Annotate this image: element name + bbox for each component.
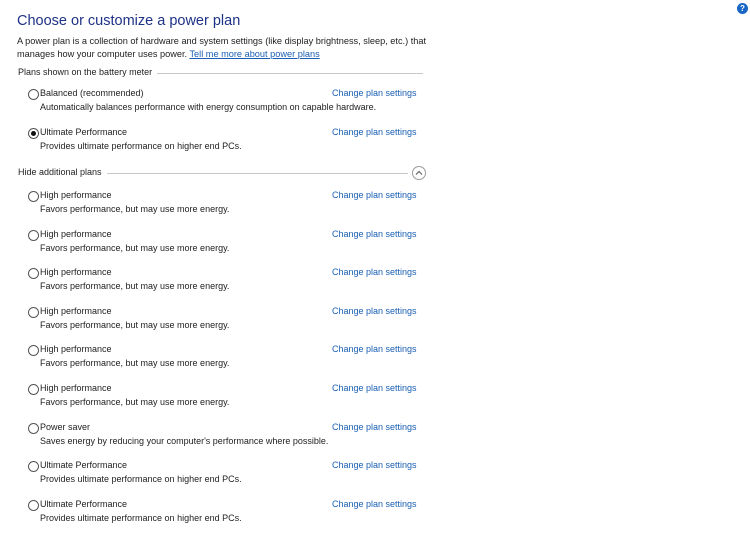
page-title: Choose or customize a power plan (17, 13, 241, 29)
plan-description: Favors performance, but may use more ene… (40, 204, 230, 214)
change-plan-settings-link[interactable]: Change plan settings (332, 267, 417, 277)
change-plan-settings-link[interactable]: Change plan settings (332, 306, 417, 316)
plan-name[interactable]: Balanced (recommended) (40, 88, 144, 98)
plan-description: Favors performance, but may use more ene… (40, 281, 230, 292)
battery-meter-section-header: Plans shown on the battery meter (18, 67, 423, 79)
plan-description: Favors performance, but may use more ene… (40, 358, 230, 369)
plan-description: Favors performance, but may use more ene… (40, 397, 230, 407)
plan-radio[interactable] (28, 127, 39, 139)
change-plan-settings-link[interactable]: Change plan settings (332, 344, 417, 354)
plan-description: Provides ultimate performance on higher … (40, 474, 242, 485)
plan-row: Balanced (recommended) Automatically bala… (28, 88, 423, 118)
plan-name[interactable]: High performance (40, 306, 112, 316)
change-plan-settings-link[interactable]: Change plan settings (332, 422, 417, 432)
change-plan-settings-link[interactable]: Change plan settings (332, 229, 417, 239)
plan-radio[interactable] (28, 461, 39, 473)
section-label: Plans shown on the battery meter (18, 67, 158, 77)
plan-name[interactable]: High performance (40, 229, 112, 239)
plan-row: High performance Favors performance, but … (28, 267, 423, 297)
plan-description: Saves energy by reducing your computer's… (40, 435, 329, 446)
plan-description: Favors performance, but may use more ene… (40, 242, 230, 253)
plan-name[interactable]: Ultimate Performance (40, 499, 127, 509)
plan-radio[interactable] (28, 229, 39, 241)
plan-row: High performance Favors performance, but … (28, 344, 423, 374)
plan-name[interactable]: High performance (40, 267, 112, 277)
plan-radio[interactable] (28, 422, 39, 434)
plan-row: High performance Favors performance, but … (28, 229, 423, 259)
plan-radio[interactable] (28, 268, 39, 280)
section-label: Hide additional plans (18, 167, 107, 177)
change-plan-settings-link[interactable]: Change plan settings (332, 127, 417, 137)
plan-name[interactable]: Ultimate Performance (40, 460, 127, 470)
plan-name[interactable]: Ultimate Performance (40, 127, 127, 137)
change-plan-settings-link[interactable]: Change plan settings (332, 460, 417, 470)
plan-name[interactable]: High performance (40, 190, 112, 200)
plan-row: High performance Favors performance, but … (28, 306, 423, 336)
plan-name[interactable]: Power saver (40, 422, 90, 432)
change-plan-settings-link[interactable]: Change plan settings (332, 499, 417, 509)
plan-row: Ultimate Performance Provides ultimate pe… (28, 127, 423, 157)
change-plan-settings-link[interactable]: Change plan settings (332, 383, 417, 393)
change-plan-settings-link[interactable]: Change plan settings (332, 190, 417, 200)
plan-row: High performance Favors performance, but … (28, 383, 423, 413)
plan-description: Automatically balances performance with … (40, 102, 377, 112)
plan-radio[interactable] (28, 191, 39, 202)
collapse-button[interactable] (412, 166, 426, 180)
plan-name[interactable]: High performance (40, 383, 112, 393)
plan-row: Ultimate Performance Provides ultimate pe… (28, 499, 423, 529)
plan-description: Favors performance, but may use more ene… (40, 319, 230, 330)
plan-row: High performance Favors performance, but … (28, 190, 423, 220)
plan-description: Provides ultimate performance on higher … (40, 140, 242, 151)
change-plan-settings-link[interactable]: Change plan settings (332, 88, 417, 98)
plan-radio[interactable] (28, 306, 39, 318)
plan-radio[interactable] (28, 384, 39, 395)
plan-description: Provides ultimate performance on higher … (40, 512, 242, 523)
plan-radio[interactable] (28, 345, 39, 357)
plan-row: Ultimate Performance Provides ultimate pe… (28, 460, 423, 490)
chevron-up-icon (415, 170, 423, 175)
help-icon[interactable]: ? (737, 3, 748, 14)
page-description: A power plan is a collection of hardware… (17, 35, 447, 60)
additional-plans-section-header: Hide additional plans (18, 167, 408, 179)
plan-radio[interactable] (28, 499, 39, 511)
plan-row: Power saver Saves energy by reducing your… (28, 422, 423, 452)
learn-more-link[interactable]: Tell me more about power plans (189, 49, 319, 59)
plan-name[interactable]: High performance (40, 344, 112, 354)
plan-radio[interactable] (28, 89, 39, 100)
